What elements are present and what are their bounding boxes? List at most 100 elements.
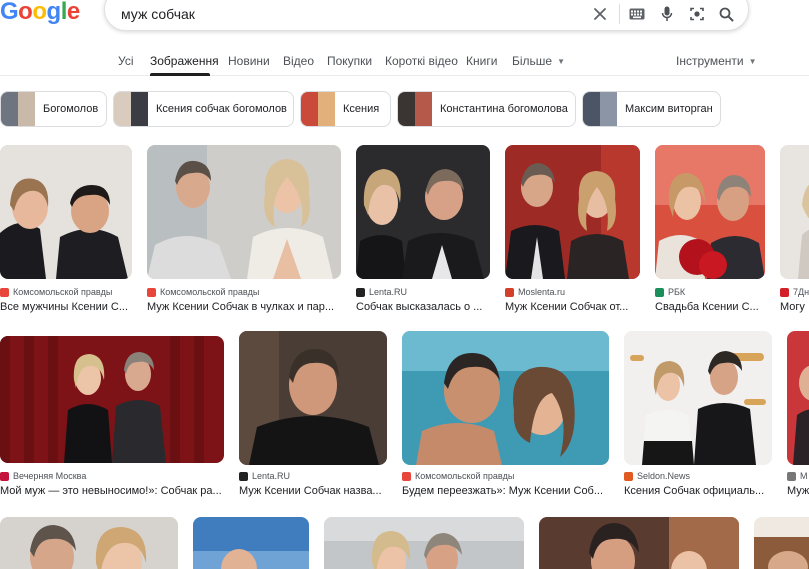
tools-label: Інструменти (676, 54, 744, 68)
chip-label: Богомолов (43, 103, 99, 115)
mic-icon[interactable] (656, 3, 678, 25)
result-image[interactable] (505, 145, 640, 279)
search-tabs: Усі Зображення Новини Відео Покупки Коро… (0, 49, 809, 76)
source-favicon-icon (147, 287, 156, 297)
source-favicon-icon (780, 287, 789, 297)
source-name: Комсомольской правды (13, 287, 113, 297)
source-name: Seldon.News (637, 471, 691, 481)
result-source[interactable]: М (787, 471, 808, 481)
chip-maksim-vitorgan[interactable]: Максим виторган (582, 91, 721, 127)
keyboard-icon[interactable] (626, 3, 648, 25)
chip-bogomolov[interactable]: Богомолов (0, 91, 107, 127)
chip-label: Ксения собчак богомолов (156, 103, 287, 115)
tab-news[interactable]: Новини (228, 54, 270, 68)
camera-icon[interactable] (686, 3, 708, 25)
result-source[interactable]: Lenta.RU (356, 287, 407, 297)
source-favicon-icon (239, 471, 248, 481)
result-image[interactable] (356, 145, 490, 279)
source-name: Moslenta.ru (518, 287, 566, 297)
result-image[interactable] (402, 331, 609, 465)
result-image[interactable] (539, 517, 739, 569)
search-input[interactable] (121, 4, 561, 24)
logo-letter: o (32, 0, 47, 25)
result-source[interactable]: Lenta.RU (239, 471, 290, 481)
result-source[interactable]: Seldon.News (624, 471, 690, 481)
result-title[interactable]: Муж Ксении Собчак от... (505, 301, 640, 313)
result-source[interactable]: Комсомольской правды (0, 287, 112, 297)
source-name: Lenta.RU (252, 471, 291, 481)
result-title[interactable]: Муж Ксении Собчак в чулках и пар... (147, 301, 341, 313)
chip-thumbnail (301, 92, 335, 126)
caret-down-icon: ▼ (748, 57, 757, 67)
result-title[interactable]: Ксения Собчак официаль... (624, 485, 772, 497)
result-image[interactable] (193, 517, 309, 569)
chip-ksenia-sobchak-bogomolov[interactable]: Ксения собчак богомолов (113, 91, 294, 127)
result-image[interactable] (787, 331, 809, 465)
result-image[interactable] (780, 145, 809, 279)
logo-letter: o (18, 0, 33, 25)
tools-button[interactable]: Інструменти ▼ (676, 54, 757, 68)
result-source[interactable]: Moslenta.ru (505, 287, 565, 297)
result-image[interactable] (0, 517, 178, 569)
result-title[interactable]: Муж Ксении Собчак назва... (239, 485, 387, 497)
search-icon[interactable] (715, 3, 737, 25)
result-source[interactable]: Комсомольской правды (147, 287, 259, 297)
source-favicon-icon (787, 471, 796, 481)
result-source[interactable]: Комсомольской правды (402, 471, 514, 481)
google-logo[interactable]: Google (0, 0, 80, 24)
result-image[interactable] (624, 331, 772, 465)
result-source[interactable]: Вечерняя Москва (0, 471, 86, 481)
chip-label: Константина богомолова (440, 103, 568, 115)
chip-konstantin-bogomolov[interactable]: Константина богомолова (397, 91, 576, 127)
close-icon[interactable] (589, 3, 611, 25)
tab-videos[interactable]: Відео (283, 54, 314, 68)
result-title[interactable]: Муж (787, 485, 809, 497)
source-favicon-icon (655, 287, 664, 297)
caret-down-icon: ▼ (557, 57, 566, 67)
source-name: Вечерняя Москва (13, 471, 87, 481)
source-name: Комсомольской правды (415, 471, 515, 481)
tab-images[interactable]: Зображення (150, 54, 219, 68)
source-favicon-icon (624, 471, 633, 481)
source-favicon-icon (356, 287, 365, 297)
search-bar[interactable] (104, 0, 749, 31)
chip-thumbnail (1, 92, 35, 126)
result-image[interactable] (655, 145, 765, 279)
logo-letter: g (46, 0, 62, 25)
source-name: Lenta.RU (369, 287, 408, 297)
result-image[interactable] (0, 145, 132, 279)
chip-thumbnail (114, 92, 148, 126)
source-favicon-icon (402, 471, 411, 481)
result-image[interactable] (754, 517, 809, 569)
chip-thumbnail (398, 92, 432, 126)
result-title[interactable]: Собчак высказалась о ... (356, 301, 490, 313)
source-name: РБК (668, 287, 686, 297)
source-name: М (800, 471, 808, 481)
result-image[interactable] (324, 517, 524, 569)
source-favicon-icon (505, 287, 514, 297)
result-title[interactable]: Мой муж — это невыносимо!»: Собчак ра... (0, 485, 224, 497)
tab-shopping[interactable]: Покупки (327, 54, 372, 68)
result-title[interactable]: Будем переезжать»: Муж Ксении Соб... (402, 485, 609, 497)
result-image[interactable] (147, 145, 341, 279)
tab-more[interactable]: Більше ▼ (512, 54, 565, 68)
result-title[interactable]: Могу (780, 301, 809, 313)
source-favicon-icon (0, 471, 9, 481)
chip-thumbnail (583, 92, 617, 126)
result-source[interactable]: 7Дн (780, 287, 809, 297)
chip-label: Ксения (343, 103, 380, 115)
search-divider (619, 4, 620, 24)
source-name: Комсомольской правды (160, 287, 260, 297)
result-image[interactable] (0, 336, 224, 463)
chip-ksenia[interactable]: Ксения (300, 91, 391, 127)
result-title[interactable]: Все мужчины Ксении С... (0, 301, 132, 313)
active-tab-indicator (150, 73, 210, 76)
result-image[interactable] (239, 331, 387, 465)
source-name: 7Дн (793, 287, 809, 297)
tab-books[interactable]: Книги (466, 54, 497, 68)
chip-label: Максим виторган (625, 103, 713, 115)
result-source[interactable]: РБК (655, 287, 685, 297)
tab-short-videos[interactable]: Короткі відео (385, 54, 458, 68)
result-title[interactable]: Свадьба Ксении С... (655, 301, 765, 313)
tab-all[interactable]: Усі (118, 54, 134, 68)
